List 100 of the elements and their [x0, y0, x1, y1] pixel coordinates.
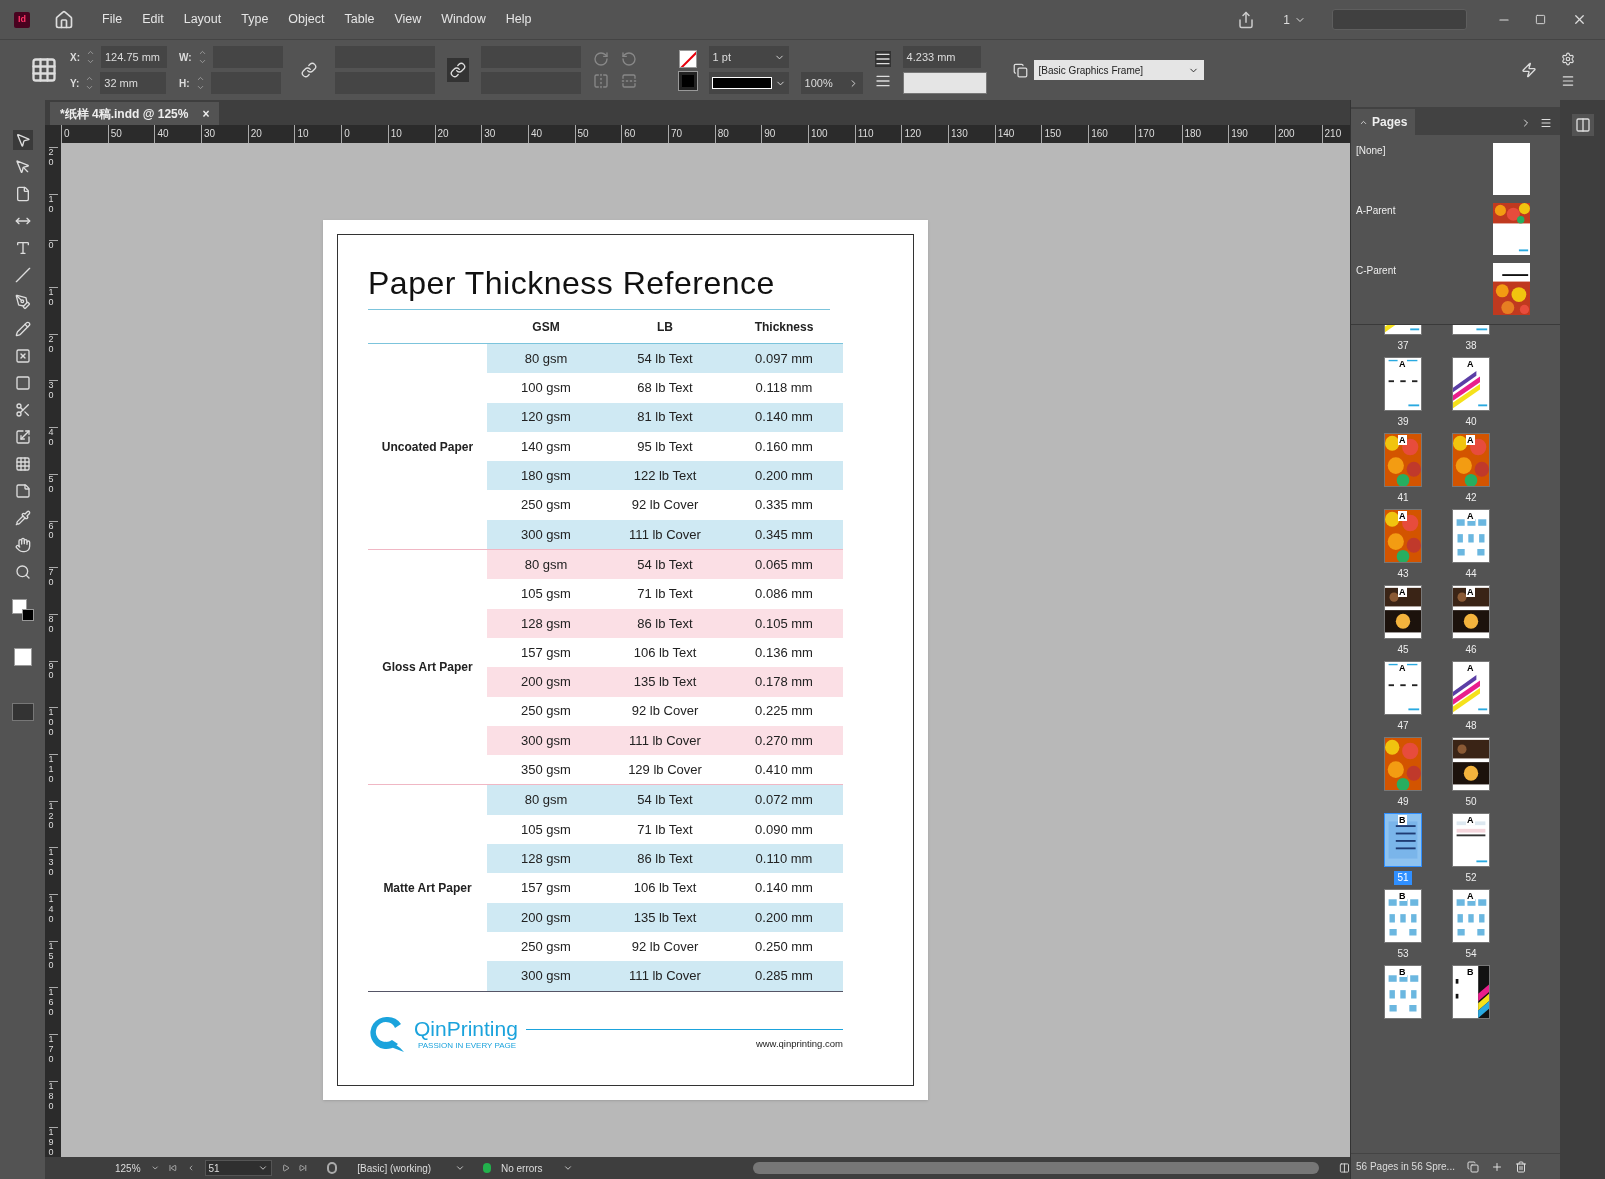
maximize-icon[interactable] — [1535, 14, 1546, 25]
tab-close-button[interactable]: × — [202, 104, 210, 123]
page-number[interactable]: 50 — [1462, 795, 1480, 809]
page-number[interactable]: 47 — [1394, 719, 1412, 733]
page-thumbnail[interactable] — [1452, 737, 1490, 791]
parent-prefix: A — [1466, 587, 1475, 597]
page-size-icon[interactable] — [1466, 1160, 1479, 1173]
menu-icon[interactable] — [1561, 74, 1575, 88]
reference-point-icon[interactable] — [30, 56, 58, 84]
previous-page-icon[interactable] — [186, 1163, 195, 1173]
object-style-icon[interactable] — [1012, 62, 1028, 78]
menu-item[interactable]: Layout — [175, 10, 230, 29]
page-thumbnail[interactable]: B — [1384, 889, 1422, 943]
menu-item[interactable]: Type — [233, 10, 277, 29]
page-thumbnail[interactable]: A — [1384, 585, 1422, 639]
first-page-icon[interactable] — [169, 1163, 177, 1173]
parent-page-label[interactable]: A-Parent — [1356, 203, 1396, 218]
page-number[interactable]: 37 — [1394, 339, 1412, 353]
page-thumbnail[interactable] — [1384, 737, 1422, 791]
stroke-weight-field[interactable]: 1 pt — [708, 46, 789, 68]
page-thumbnail[interactable]: B — [1384, 965, 1422, 1019]
menu-item[interactable]: Object — [280, 10, 333, 29]
page-thumbnail[interactable]: A — [1452, 813, 1490, 867]
x-field[interactable]: 124.75 mm — [101, 46, 167, 68]
preflight-profile-dropdown[interactable]: [Basic] (working) — [357, 1160, 466, 1176]
page-number[interactable]: 44 — [1462, 567, 1480, 581]
parent-page-label[interactable]: C-Parent — [1356, 263, 1396, 278]
page-number[interactable]: 53 — [1394, 947, 1412, 961]
fill-swatch-icon[interactable] — [678, 50, 697, 68]
selection-tool-icon[interactable] — [12, 130, 33, 150]
last-page-icon[interactable] — [299, 1163, 308, 1173]
split-view-icon[interactable] — [1339, 1161, 1350, 1175]
page-number[interactable]: 46 — [1462, 643, 1480, 657]
menu-item[interactable]: Edit — [134, 10, 172, 29]
page-number[interactable]: 40 — [1462, 415, 1480, 429]
page-number[interactable]: 39 — [1394, 415, 1412, 429]
home-icon[interactable] — [54, 9, 74, 30]
page-thumbnail[interactable]: A — [1452, 889, 1490, 943]
page-thumbnail[interactable]: A — [1452, 509, 1490, 563]
page-thumbnail[interactable]: A — [1452, 357, 1490, 411]
menu-item[interactable]: Table — [336, 10, 383, 29]
spacing-field[interactable]: 4.233 mm — [902, 46, 981, 68]
menu-item[interactable]: Help — [497, 10, 540, 29]
wrap-around-icon[interactable] — [874, 73, 891, 89]
page-number[interactable]: 52 — [1462, 871, 1480, 885]
share-icon[interactable] — [1237, 10, 1256, 29]
y-field[interactable]: 32 mm — [100, 72, 167, 94]
zoom-dropdown[interactable]: 125% — [115, 1160, 159, 1176]
horizontal-scrollbar[interactable] — [752, 1162, 1320, 1174]
page-number[interactable]: 48 — [1462, 719, 1480, 733]
opacity-field[interactable]: 100% — [800, 72, 863, 94]
search-field[interactable] — [1332, 9, 1467, 30]
page-number[interactable]: 42 — [1462, 491, 1480, 505]
page-thumbnail[interactable]: A — [1384, 433, 1422, 487]
quick-actions-icon[interactable] — [1521, 62, 1537, 78]
constrain-icon[interactable] — [446, 58, 469, 82]
page-number[interactable]: 45 — [1394, 643, 1412, 657]
object-style-dropdown[interactable]: [Basic Graphics Frame] — [1033, 60, 1204, 80]
link-icon[interactable] — [300, 62, 317, 78]
page-thumbnail[interactable]: B — [1452, 965, 1490, 1019]
page-thumbnail[interactable]: A — [1384, 661, 1422, 715]
delete-page-icon[interactable] — [1514, 1160, 1527, 1173]
page-thumbnail[interactable]: A — [1452, 585, 1490, 639]
page-number[interactable]: 43 — [1394, 567, 1412, 581]
page-thumbnail[interactable]: B — [1384, 813, 1422, 867]
fill-stroke-swatch-icon[interactable] — [11, 599, 34, 621]
table-cell-text: 128 gsm — [520, 614, 572, 633]
document-tab[interactable]: *纸样 4稿.indd @ 125% × — [50, 102, 220, 125]
page-number[interactable]: 41 — [1394, 491, 1412, 505]
close-icon[interactable] — [1572, 12, 1587, 27]
table-cell-text: 105 gsm — [520, 585, 572, 604]
text-wrap-icon[interactable] — [874, 51, 891, 67]
table-cell-text: 350 gsm — [520, 761, 572, 780]
preflight-status[interactable]: No errors — [500, 1160, 573, 1176]
y-label: Y: — [70, 76, 80, 91]
page-thumbnail[interactable]: A — [1384, 509, 1422, 563]
page-thumbnail[interactable]: A — [1452, 661, 1490, 715]
page-number[interactable]: 49 — [1394, 795, 1412, 809]
stroke-type-dropdown[interactable] — [708, 72, 789, 94]
pages-panel-icon[interactable] — [1571, 114, 1594, 136]
group-label: Matte Art Paper — [382, 880, 473, 897]
stroke-swatch-icon[interactable] — [678, 72, 697, 90]
parent-page-label[interactable]: [None] — [1356, 143, 1386, 158]
page-number-field[interactable]: 51 — [204, 1160, 272, 1176]
new-page-icon[interactable] — [1490, 1160, 1503, 1173]
screen-mode-icon[interactable] — [11, 703, 34, 721]
panel-menu-icon[interactable] — [1540, 117, 1552, 129]
menu-item[interactable]: Window — [433, 10, 494, 29]
next-page-icon[interactable] — [281, 1163, 290, 1173]
page-thumbnail[interactable]: A — [1452, 433, 1490, 487]
menu-item[interactable]: View — [386, 10, 430, 29]
menu-item[interactable]: File — [94, 10, 131, 29]
settings-icon[interactable] — [1561, 52, 1575, 66]
frame-fitting-field[interactable] — [902, 72, 987, 94]
app-logo[interactable]: Id — [14, 11, 30, 28]
page-number[interactable]: 54 — [1462, 947, 1480, 961]
page-number[interactable]: 38 — [1462, 339, 1480, 353]
page-dropdown[interactable]: 1 — [1283, 10, 1306, 29]
panel-tab[interactable]: Pages — [1351, 109, 1416, 135]
page-thumbnail[interactable]: A — [1384, 357, 1422, 411]
